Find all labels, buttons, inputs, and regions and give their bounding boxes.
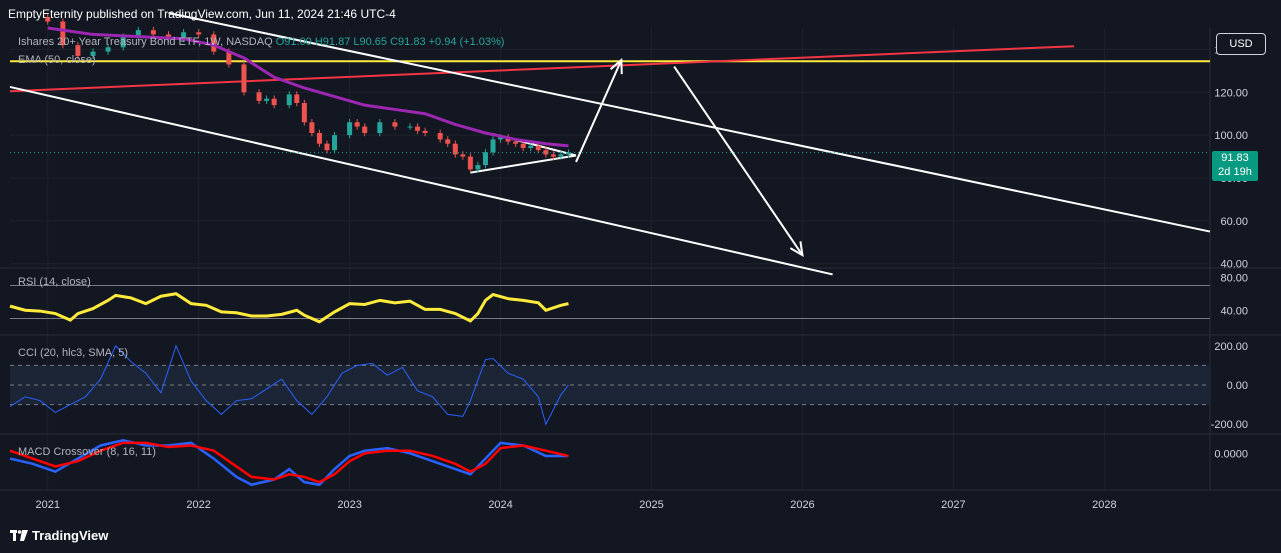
symbol-label: Ishares 20+ Year Treasury Bond ETF, 1W, … <box>18 36 273 48</box>
y-tick-label: 40.00 <box>1220 259 1248 271</box>
y-tick-label: 100.00 <box>1214 130 1248 142</box>
candle-body <box>301 103 307 123</box>
footer-bar <box>0 521 1281 553</box>
brand-name: TradingView <box>32 528 109 543</box>
candle-body <box>196 32 202 35</box>
candle-body <box>445 139 451 144</box>
indicator-series-line <box>9 292 569 324</box>
red-trendline <box>9 45 1075 93</box>
candle-body <box>45 17 51 22</box>
candle-body <box>241 64 247 93</box>
candle-body <box>452 143 458 155</box>
candle-body <box>362 126 368 133</box>
candle-body <box>550 154 556 157</box>
candle-body <box>309 122 315 133</box>
candle-body <box>332 135 338 151</box>
candle-body <box>347 122 353 136</box>
candle-body <box>475 165 481 170</box>
candle-body <box>264 98 270 101</box>
currency-button[interactable]: USD <box>1216 33 1266 55</box>
macd-legend: MACD Crossover (8, 16, 11) <box>18 446 156 458</box>
candle-body <box>543 150 549 155</box>
candle-body <box>316 133 322 144</box>
y-tick-label: 200.00 <box>1214 341 1248 353</box>
x-tick-label: 2026 <box>790 499 814 511</box>
arrow-down-head <box>789 241 804 258</box>
y-tick-label: -200.00 <box>1211 419 1248 431</box>
x-tick-label: 2023 <box>337 499 361 511</box>
y-tick-label: 0.00 <box>1227 380 1248 392</box>
candle-body <box>354 122 360 127</box>
y-tick-label: 0.0000 <box>1214 448 1248 460</box>
tradingview-icon <box>10 530 28 541</box>
ema-legend: EMA (50, close) <box>18 54 96 66</box>
candle-body <box>271 98 277 106</box>
channel-lower <box>9 85 833 276</box>
x-tick-label: 2025 <box>639 499 663 511</box>
y-tick-label: 60.00 <box>1220 216 1248 228</box>
x-tick-label: 2028 <box>1092 499 1116 511</box>
last-price: 91.83 <box>1221 152 1249 164</box>
x-tick-label: 2027 <box>941 499 965 511</box>
candle-body <box>150 30 156 35</box>
candle-body <box>482 152 488 166</box>
last-price-badge: 91.83 2d 19h <box>1212 151 1258 181</box>
candle-body <box>392 122 398 127</box>
ohlc-values: O91.00 H91.87 L90.65 C91.83 +0.94 (+1.03… <box>275 36 505 48</box>
candle-body <box>415 126 421 131</box>
candle-body <box>286 94 292 106</box>
tradingview-logo[interactable]: TradingView <box>10 528 108 543</box>
candle-body <box>490 139 496 153</box>
candle-body <box>460 154 466 157</box>
arrow-up <box>575 59 623 163</box>
candle-body <box>520 143 526 148</box>
candle-body <box>558 154 564 157</box>
y-tick-label: 120.00 <box>1214 87 1248 99</box>
candle-body <box>294 94 300 103</box>
y-tick-label: 80.00 <box>1220 272 1248 284</box>
rsi-legend: RSI (14, close) <box>18 276 91 288</box>
y-tick-label: 40.00 <box>1220 305 1248 317</box>
main-legend: Ishares 20+ Year Treasury Bond ETF, 1W, … <box>18 36 504 48</box>
candle-body <box>324 143 330 151</box>
candle-body <box>437 133 443 140</box>
arrow-down <box>673 66 804 256</box>
candle-body <box>256 92 262 101</box>
candle-body <box>513 141 519 144</box>
bar-countdown: 2d 19h <box>1218 166 1252 178</box>
chart-canvas[interactable]: 20212022202320242025202620272028140.0012… <box>0 0 1281 553</box>
candle-body <box>528 145 534 148</box>
candle-body <box>467 156 473 170</box>
candle-body <box>407 126 413 128</box>
candle-body <box>377 122 383 133</box>
x-tick-label: 2021 <box>35 499 59 511</box>
x-tick-label: 2024 <box>488 499 512 511</box>
x-tick-label: 2022 <box>186 499 210 511</box>
candle-body <box>535 145 541 151</box>
cci-legend: CCI (20, hlc3, SMA, 5) <box>18 347 129 359</box>
candle-body <box>422 130 428 133</box>
